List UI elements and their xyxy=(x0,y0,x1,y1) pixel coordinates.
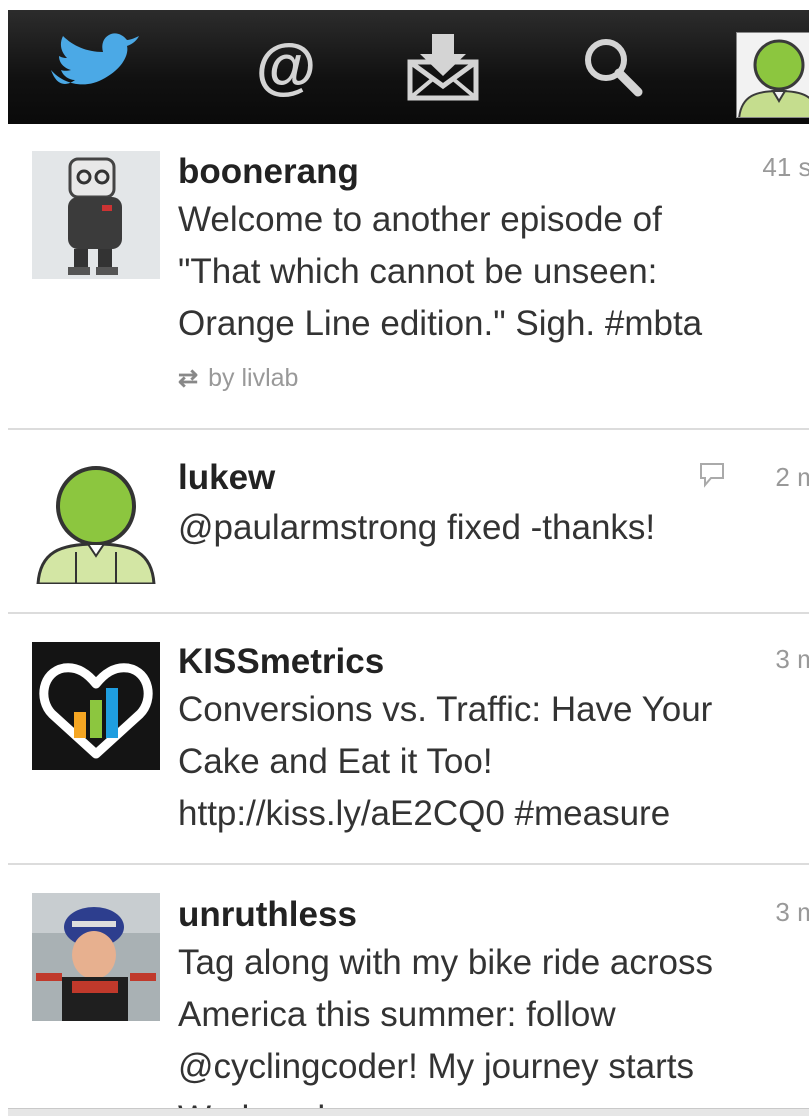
tweet-username[interactable]: KISSmetrics xyxy=(178,644,384,679)
tweet-timestamp: 2 min xyxy=(775,462,809,492)
robot-avatar-icon xyxy=(32,151,160,279)
tweet-username[interactable]: boonerang xyxy=(178,154,359,189)
tweet-text: @paularmstrong fixed -thanks! xyxy=(178,508,656,547)
top-nav-bar: @ xyxy=(8,10,809,124)
envelope-download-icon xyxy=(407,34,479,101)
tweet-timestamp: 3 min xyxy=(775,897,809,927)
tweet-item[interactable]: boonerang 41 sec Welcome to another epis… xyxy=(8,126,809,430)
tweet-avatar[interactable] xyxy=(32,642,160,770)
tweet-timestamp: 41 sec xyxy=(762,152,809,182)
nav-messages-tab[interactable] xyxy=(393,10,493,124)
nav-mentions-tab[interactable]: @ xyxy=(236,10,336,124)
tweet-username[interactable]: unruthless xyxy=(178,897,357,932)
tweet-text: Tag along with my bike ride across Ameri… xyxy=(178,943,713,1115)
tweet-avatar[interactable] xyxy=(32,151,160,279)
timeline-feed[interactable]: boonerang 41 sec Welcome to another epis… xyxy=(8,126,809,1115)
avatar-icon xyxy=(737,33,809,117)
search-icon xyxy=(585,39,643,97)
reply-bubble-icon[interactable] xyxy=(697,460,727,490)
tweet-username[interactable]: lukew xyxy=(178,460,275,495)
nav-home-tab[interactable] xyxy=(38,10,148,124)
retweet-icon: ⇄ xyxy=(178,365,198,392)
tweet-text: Welcome to another episode of "That whic… xyxy=(178,200,703,343)
tweet-avatar[interactable] xyxy=(32,456,160,584)
tweet-avatar[interactable] xyxy=(32,893,160,1021)
twitter-bird-icon xyxy=(51,33,139,85)
retweet-info: ⇄ by livlab xyxy=(178,364,298,393)
cyclist-photo-icon xyxy=(32,893,160,1021)
tweet-item[interactable]: KISSmetrics 3 min Conversions vs. Traffi… xyxy=(8,614,809,865)
tweet-timestamp: 3 min xyxy=(775,644,809,674)
retweet-by-label: by livlab xyxy=(208,364,299,392)
nav-me-tab[interactable] xyxy=(736,32,809,118)
at-icon: @ xyxy=(255,32,317,101)
default-green-avatar-icon xyxy=(36,466,156,584)
kissmetrics-logo-icon xyxy=(32,642,160,770)
tweet-item[interactable]: unruthless 3 min Tag along with my bike … xyxy=(8,865,809,1115)
tweet-item[interactable]: lukew 2 min @paularmstrong fixed -thanks… xyxy=(8,430,809,614)
tweet-text: Conversions vs. Traffic: Have Your Cake … xyxy=(178,690,713,833)
nav-search-tab[interactable] xyxy=(563,10,663,124)
